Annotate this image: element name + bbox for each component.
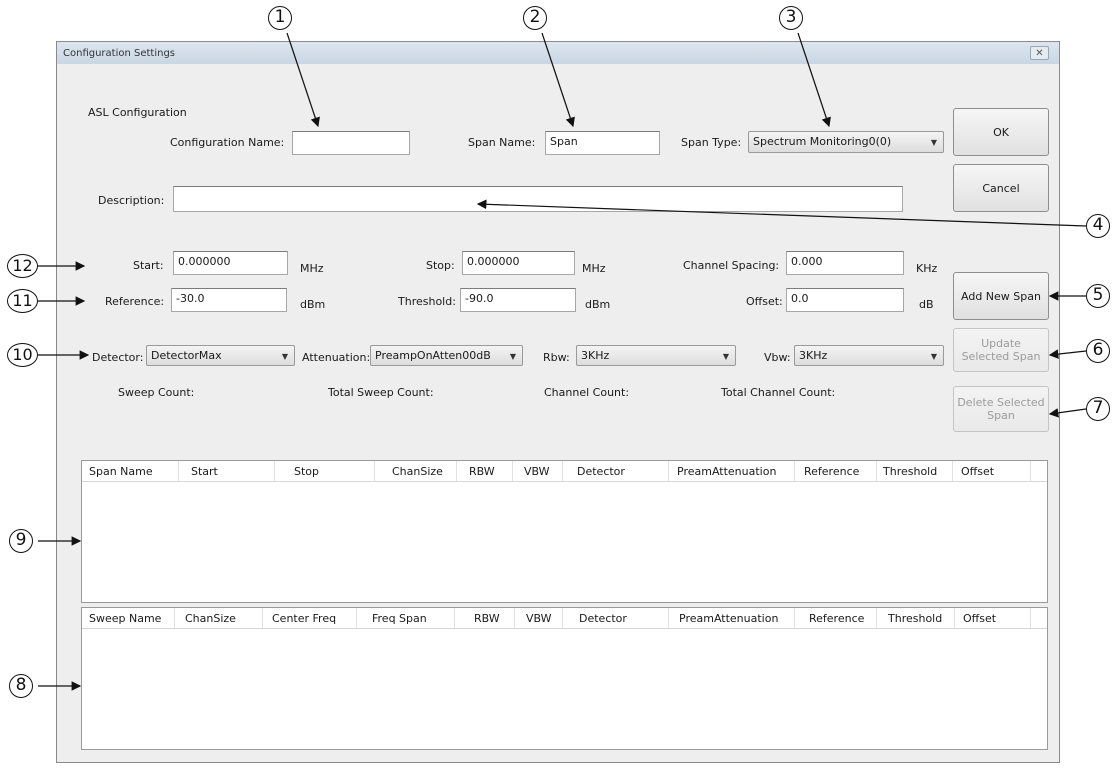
callout-8: 8 [9, 674, 33, 698]
callout-9: 9 [9, 529, 33, 553]
callout-7: 7 [1086, 397, 1110, 421]
callout-2: 2 [523, 6, 547, 30]
callout-10: 10 [7, 343, 38, 367]
callout-3: 3 [779, 6, 803, 30]
callout-arrows [38, 32, 1087, 691]
callout-11: 11 [7, 289, 38, 313]
callout-12: 12 [7, 254, 38, 278]
callout-7-arrow [1048, 408, 1087, 418]
callout-1-arrow [286, 32, 320, 128]
callout-6-arrow [1048, 349, 1087, 359]
callout-1: 1 [268, 6, 292, 30]
callout-2-arrow [541, 32, 575, 128]
callout-6: 6 [1086, 339, 1110, 363]
callout-5: 5 [1086, 284, 1110, 308]
callout-3-arrow [797, 32, 831, 128]
callout-4: 4 [1086, 214, 1110, 238]
callout-4-arrow [476, 199, 1087, 227]
